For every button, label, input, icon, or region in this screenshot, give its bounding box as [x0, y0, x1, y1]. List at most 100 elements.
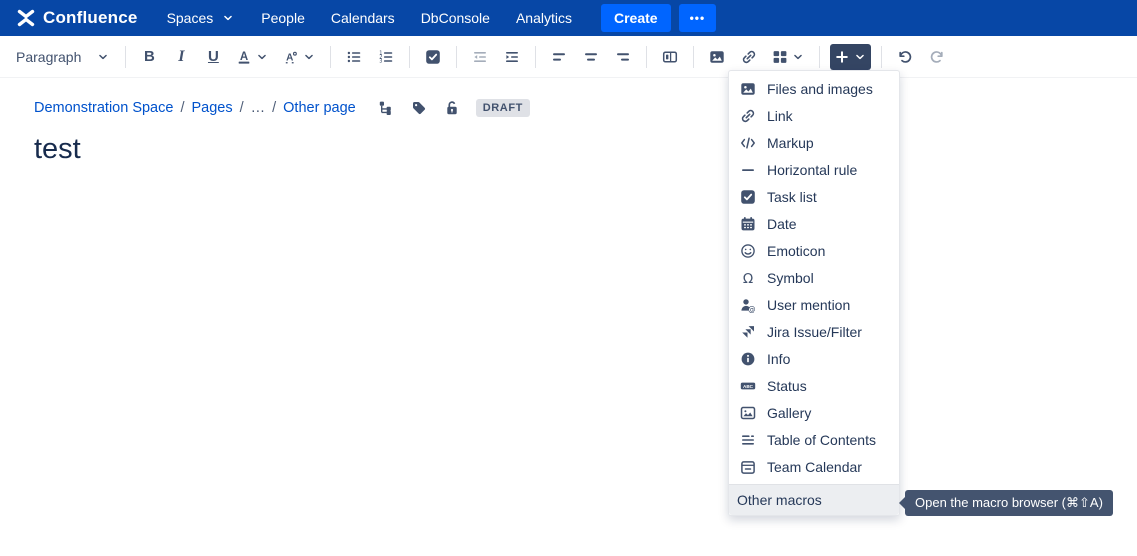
emoticon-icon: [740, 243, 756, 259]
breadcrumb-link-pages[interactable]: Pages: [191, 100, 232, 116]
brand-name: Confluence: [43, 8, 138, 28]
bullet-list-icon: [346, 49, 362, 65]
menu-item-label: Symbol: [767, 270, 814, 286]
svg-text:Ω: Ω: [743, 271, 753, 286]
undo-button[interactable]: [892, 44, 918, 70]
menu-item-team-calendar[interactable]: Team Calendar: [729, 453, 899, 480]
breadcrumb-link-demonstration-space[interactable]: Demonstration Space: [34, 100, 173, 116]
align-center-button[interactable]: [578, 44, 604, 70]
layout-icon: [662, 49, 678, 65]
align-left-button[interactable]: [546, 44, 572, 70]
unlocked-icon[interactable]: [444, 100, 460, 116]
numbered-list-button[interactable]: 123: [373, 44, 399, 70]
confluence-home-link[interactable]: Confluence: [16, 8, 138, 28]
italic-glyph: I: [178, 49, 184, 65]
toolbar-separator: [535, 46, 536, 68]
svg-text:3: 3: [380, 58, 383, 64]
indent-icon: [504, 49, 520, 65]
nav-menu: Spaces People Calendars DbConsole Analytics: [154, 10, 585, 26]
menu-item-other-macros[interactable]: Other macros: [729, 484, 899, 515]
menu-item-info[interactable]: Info: [729, 345, 899, 372]
underline-glyph: U: [208, 49, 219, 64]
toolbar-separator: [693, 46, 694, 68]
toolbar-separator: [125, 46, 126, 68]
align-right-button[interactable]: [610, 44, 636, 70]
bold-button[interactable]: B: [136, 44, 162, 70]
menu-item-symbol[interactable]: Ω Symbol: [729, 264, 899, 291]
menu-item-label: Files and images: [767, 81, 873, 97]
menu-item-emoticon[interactable]: Emoticon: [729, 237, 899, 264]
bullet-list-button[interactable]: [341, 44, 367, 70]
page-title[interactable]: test: [34, 133, 81, 166]
menu-item-label: Emoticon: [767, 243, 825, 259]
status-icon: ABC: [740, 378, 756, 394]
confluence-logo-icon: [16, 8, 36, 28]
chevron-down-icon: [221, 11, 235, 25]
menu-item-table-of-contents[interactable]: Table of Contents: [729, 426, 899, 453]
menu-item-link[interactable]: Link: [729, 102, 899, 129]
team-calendar-icon: [740, 459, 756, 475]
nav-item-label: Analytics: [516, 10, 572, 26]
menu-item-label: Jira Issue/Filter: [767, 324, 862, 340]
menu-item-horizontal-rule[interactable]: Horizontal rule: [729, 156, 899, 183]
text-color-button[interactable]: A: [232, 44, 273, 70]
italic-button[interactable]: I: [168, 44, 194, 70]
nav-item-label: DbConsole: [421, 10, 490, 26]
date-icon: [740, 216, 756, 232]
page-layout-button[interactable]: [657, 44, 683, 70]
insert-link-button[interactable]: [736, 44, 762, 70]
text-color-icon: A: [236, 49, 252, 65]
nav-item-dbconsole[interactable]: DbConsole: [421, 10, 490, 26]
page-tree-icon[interactable]: [378, 100, 394, 116]
nav-item-spaces[interactable]: Spaces: [167, 10, 236, 26]
insert-dropdown-menu: Files and images LinkMarkup Horizontal rul…: [728, 70, 900, 516]
link-icon: [740, 108, 756, 124]
plus-icon: [834, 49, 850, 65]
menu-item-gallery[interactable]: Gallery: [729, 399, 899, 426]
task-list-button[interactable]: [420, 44, 446, 70]
toolbar-separator: [409, 46, 410, 68]
menu-item-user-mention[interactable]: @User mention: [729, 291, 899, 318]
chevron-down-icon: [302, 50, 316, 64]
redo-icon: [929, 49, 945, 65]
draft-status-badge: DRAFT: [476, 99, 530, 117]
label-tag-icon[interactable]: [411, 100, 427, 116]
menu-item-label: Horizontal rule: [767, 162, 857, 178]
breadcrumb-separator: /: [272, 100, 276, 116]
insert-table-button[interactable]: [768, 44, 809, 70]
task-icon: [425, 49, 441, 65]
redo-button: [924, 44, 950, 70]
menu-item-jira-issue-filter[interactable]: Jira Issue/Filter: [729, 318, 899, 345]
text-styles-button[interactable]: A: [279, 44, 320, 70]
menu-item-status[interactable]: ABCStatus: [729, 372, 899, 399]
chevron-down-icon: [791, 50, 805, 64]
svg-text:@: @: [748, 304, 756, 313]
nav-more-button[interactable]: •••: [679, 4, 717, 32]
create-button[interactable]: Create: [601, 4, 671, 32]
tooltip-arrow-icon: [899, 497, 905, 509]
menu-item-label: Team Calendar: [767, 459, 862, 475]
nav-item-calendars[interactable]: Calendars: [331, 10, 395, 26]
menu-item-task-list[interactable]: Task list: [729, 183, 899, 210]
undo-icon: [897, 49, 913, 65]
menu-item-markup[interactable]: Markup: [729, 129, 899, 156]
breadcrumb-separator: /: [180, 100, 184, 116]
align-center-icon: [583, 49, 599, 65]
page-action-icons: [378, 100, 460, 116]
insert-more-button[interactable]: [830, 44, 871, 70]
task-icon: [740, 189, 756, 205]
svg-text:A: A: [286, 52, 293, 63]
toc-icon: [740, 432, 756, 448]
menu-item-files-and-images[interactable]: Files and images: [729, 75, 899, 102]
breadcrumb-link-other-page[interactable]: Other page: [283, 100, 356, 116]
underline-button[interactable]: U: [200, 44, 226, 70]
indent-button[interactable]: [499, 44, 525, 70]
insert-image-button[interactable]: [704, 44, 730, 70]
nav-item-people[interactable]: People: [261, 10, 305, 26]
paragraph-style-select[interactable]: Paragraph: [10, 45, 118, 69]
toolbar-separator: [330, 46, 331, 68]
menu-item-date[interactable]: Date: [729, 210, 899, 237]
breadcrumb-link-item[interactable]: …: [251, 100, 266, 116]
nav-item-analytics[interactable]: Analytics: [516, 10, 572, 26]
editor-content-area[interactable]: [0, 78, 1137, 556]
